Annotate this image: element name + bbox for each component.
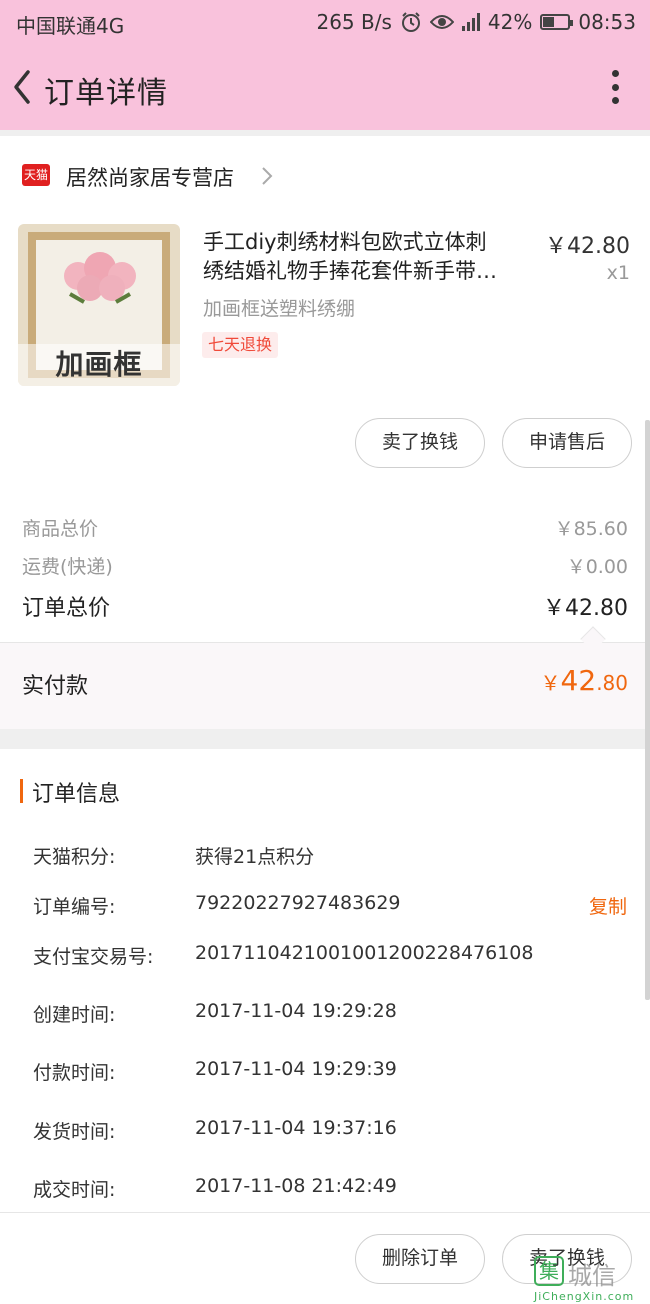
after-sale-button[interactable]: 申请售后 [502, 418, 632, 468]
bouquet-illustration [64, 252, 136, 304]
chevron-right-icon [262, 167, 273, 185]
status-right: 265 B/s 42% 08:53 [316, 10, 636, 34]
section-accent-bar [20, 779, 23, 803]
store-row[interactable]: 天猫 居然尚家居专营店 [0, 136, 650, 214]
top-bar: 中国联通4G 265 B/s 42% 08:53 订单详情 [0, 0, 650, 130]
carrier-label: 中国联通4G [16, 14, 125, 38]
page-title: 订单详情 [44, 76, 168, 111]
more-menu-icon[interactable] [610, 70, 620, 104]
product-image[interactable]: 加画框 [18, 224, 180, 386]
product-name[interactable]: 手工diy刺绣材料包欧式立体刺 绣结婚礼物手捧花套件新手带… [203, 228, 533, 286]
paid-currency: ￥ [540, 671, 561, 695]
paid-decimal: .80 [596, 671, 628, 695]
paid-label: 实付款 [22, 674, 89, 699]
tmall-logo-icon: 天猫 [22, 164, 50, 186]
app-header: 订单详情 [0, 44, 650, 130]
return-policy-badge: 七天退换 [202, 332, 279, 358]
watermark-url: JiChengXin.com [534, 1290, 635, 1303]
order-info-title: 订单信息 [32, 782, 121, 807]
net-speed: 265 B/s [316, 10, 392, 34]
divider [0, 642, 650, 643]
product-quantity: x1 [606, 262, 630, 284]
back-arrow-icon[interactable] [6, 64, 40, 110]
image-caption: 加画框 [18, 344, 180, 386]
watermark-glyph: 集 [534, 1256, 564, 1286]
info-value: 2017-11-04 19:37:16 [195, 1117, 397, 1139]
info-label: 成交时间: [33, 1179, 116, 1201]
goods-total-label: 商品总价 [22, 518, 99, 540]
paid-integer: 42 [560, 664, 597, 697]
product-name-line2: 绣结婚礼物手捧花套件新手带… [203, 259, 497, 283]
store-name[interactable]: 居然尚家居专营店 [66, 162, 234, 192]
order-number: 79220227927483629 [195, 892, 401, 914]
paid-amount: ￥42.80 [541, 664, 628, 697]
signal-icon [461, 13, 480, 31]
info-value: 获得21点积分 [195, 846, 315, 868]
info-label: 订单编号: [33, 896, 116, 918]
order-total-label: 订单总价 [22, 596, 111, 621]
info-label: 创建时间: [33, 1004, 116, 1026]
info-value: 2017-11-04 19:29:39 [195, 1058, 397, 1080]
order-total-value: ￥42.80 [543, 596, 628, 621]
product-name-line1: 手工diy刺绣材料包欧式立体刺 [203, 230, 487, 254]
info-label: 付款时间: [33, 1062, 116, 1084]
delete-order-button[interactable]: 删除订单 [355, 1234, 485, 1284]
info-value: 2017-11-04 19:29:28 [195, 1000, 397, 1022]
shipping-label: 运费(快递) [22, 556, 113, 578]
info-label: 发货时间: [33, 1121, 116, 1143]
product-item[interactable]: 加画框 手工diy刺绣材料包欧式立体刺 绣结婚礼物手捧花套件新手带… ￥42.8… [0, 214, 650, 414]
info-value: 2017110421001001200228476108 [195, 942, 534, 964]
info-label: 天猫积分: [33, 846, 116, 868]
copy-button[interactable]: 复制 [589, 892, 627, 919]
info-value: 2017-11-08 21:42:49 [195, 1175, 397, 1197]
eye-icon [429, 15, 454, 29]
watermark-logo: 集 城信 JiChengXin.com [534, 1256, 646, 1303]
section-gap [0, 729, 650, 749]
product-spec: 加画框送塑料绣绷 [203, 298, 356, 320]
scrollbar[interactable] [645, 420, 650, 1000]
divider [0, 1212, 650, 1213]
alarm-icon [401, 12, 420, 32]
battery-percent: 42% [487, 10, 533, 34]
clock: 08:53 [578, 10, 636, 34]
product-price: ￥42.80 [545, 234, 630, 259]
goods-total-value: ￥85.60 [554, 518, 628, 540]
info-label: 支付宝交易号: [33, 946, 154, 968]
watermark-text: 城信 [568, 1262, 616, 1290]
sell-for-cash-button[interactable]: 卖了换钱 [355, 418, 485, 468]
status-bar: 中国联通4G 265 B/s 42% 08:53 [0, 0, 650, 44]
battery-icon [540, 14, 574, 30]
shipping-value: ￥0.00 [566, 556, 628, 578]
